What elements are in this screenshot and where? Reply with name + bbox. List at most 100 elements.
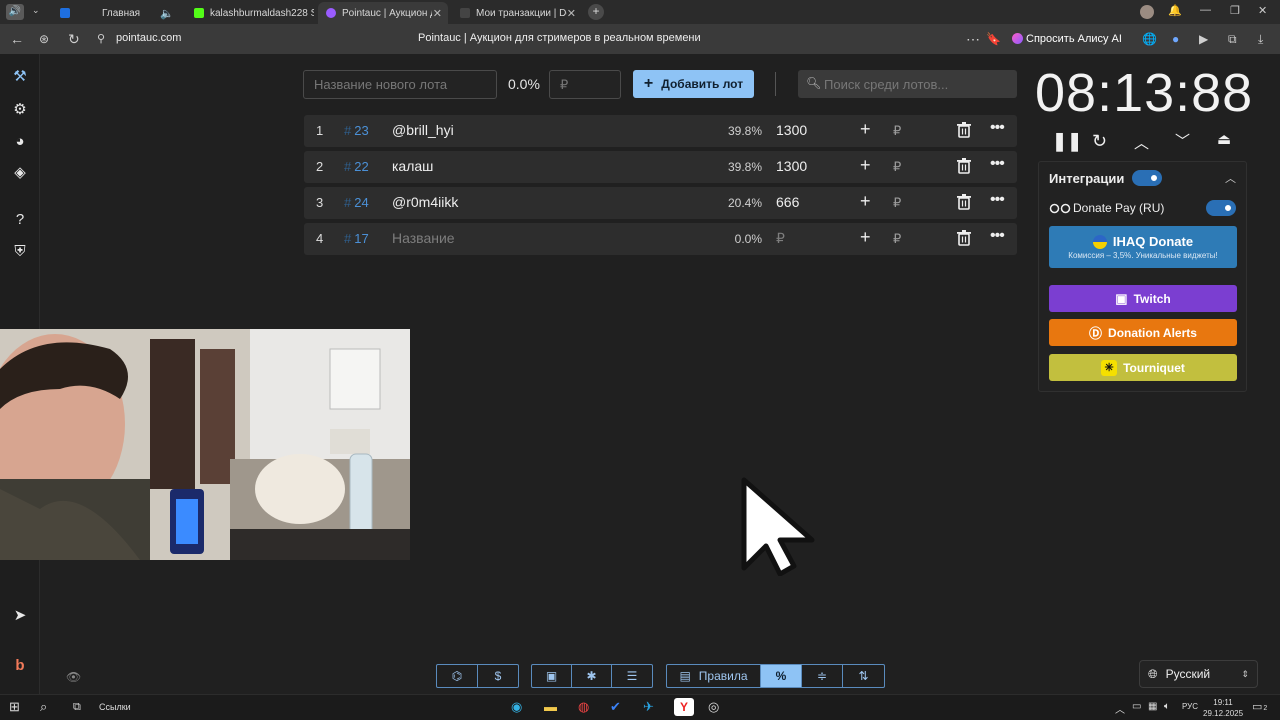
help-icon[interactable]: ? xyxy=(10,209,30,229)
close-tab-icon[interactable]: ✕ xyxy=(567,7,576,20)
globe-icon[interactable]: 🌐 xyxy=(1142,32,1157,46)
vpn-icon[interactable]: ● xyxy=(1172,32,1179,46)
sort-icon[interactable]: ⇅ xyxy=(843,665,884,687)
lot-amount[interactable]: 1300 xyxy=(776,122,807,138)
task-view-icon[interactable]: ⧉ xyxy=(73,701,81,714)
add-amount-plus-icon[interactable]: + xyxy=(860,227,871,248)
percent-toggle-icon[interactable]: % xyxy=(761,665,802,687)
dollar-icon[interactable]: $ xyxy=(478,665,518,687)
edge-icon[interactable]: ◉ xyxy=(511,699,522,715)
lot-extra-amount-input[interactable]: ₽ xyxy=(893,231,901,247)
ihaq-donate-button[interactable]: IHAQ Donate Комиссия – 3,5%. Уникальные … xyxy=(1049,226,1237,268)
downloads-icon[interactable]: ⤓ xyxy=(1258,32,1263,47)
more-options-icon[interactable]: ••• xyxy=(990,155,1005,173)
add-lot-button[interactable]: + Добавить лот xyxy=(633,70,754,98)
notifications-icon[interactable]: ▭2 xyxy=(1252,700,1267,713)
tab-kick-stream[interactable]: kalashburmaldash228 Stre xyxy=(186,2,314,24)
keyboard-layout[interactable]: РУС xyxy=(1182,702,1198,711)
donate-pay-toggle[interactable] xyxy=(1206,200,1236,216)
play-icon[interactable]: ▶ xyxy=(1199,32,1208,46)
bookmark-icon[interactable]: 🔖 xyxy=(986,32,1001,46)
lot-id[interactable]: #22 xyxy=(344,159,369,174)
close-tab-icon[interactable]: ✕ xyxy=(433,7,442,20)
shield-icon[interactable]: ⛨ xyxy=(10,241,30,261)
tray-app-icon[interactable]: ▭ xyxy=(1132,701,1141,712)
chevron-up-icon[interactable]: ︿ xyxy=(1134,132,1149,153)
settings-gear-icon[interactable]: ⚙ xyxy=(10,99,30,119)
add-amount-plus-icon[interactable]: + xyxy=(860,119,871,140)
lot-extra-amount-input[interactable]: ₽ xyxy=(893,195,901,211)
lot-name-input[interactable]: Название xyxy=(392,230,455,246)
integrations-toggle[interactable] xyxy=(1132,170,1162,186)
lot-extra-amount-input[interactable]: ₽ xyxy=(893,159,901,175)
more-options-icon[interactable]: ••• xyxy=(990,119,1005,137)
network-icon[interactable]: ▦ xyxy=(1148,701,1157,712)
ask-alice-button[interactable]: Спросить Алису AI xyxy=(1008,30,1128,48)
lot-id[interactable]: #24 xyxy=(344,195,369,210)
tourniquet-button[interactable]: ✳ Tourniquet xyxy=(1049,354,1237,381)
pause-icon[interactable]: ❚❚ xyxy=(1052,131,1082,152)
donation-alerts-button[interactable]: Ⓓ Donation Alerts xyxy=(1049,319,1237,346)
more-options-icon[interactable]: ⋯ xyxy=(966,31,980,48)
trash-icon[interactable] xyxy=(957,194,971,210)
file-explorer-icon[interactable]: ▬ xyxy=(544,699,557,714)
lot-extra-amount-input[interactable]: ₽ xyxy=(893,123,901,139)
obs-icon[interactable]: ◎ xyxy=(708,699,719,715)
collections-icon[interactable]: ⧉ xyxy=(1228,32,1237,47)
tray-chevron-icon[interactable]: ︿ xyxy=(1115,701,1125,716)
lot-name[interactable]: @brill_hyi xyxy=(392,122,454,138)
minimize-button[interactable]: — xyxy=(1200,4,1211,16)
clear-list-icon[interactable]: ☰ xyxy=(612,665,652,687)
site-info-icon[interactable]: ⚲ xyxy=(97,32,105,45)
yandex-browser-icon[interactable]: Y xyxy=(674,698,694,716)
checkmark-app-icon[interactable]: ✔ xyxy=(610,699,621,715)
more-options-icon[interactable]: ••• xyxy=(990,191,1005,209)
trash-icon[interactable] xyxy=(957,230,971,246)
wheel-icon[interactable]: ◕ xyxy=(10,131,30,151)
trash-icon[interactable] xyxy=(957,158,971,174)
lot-id[interactable]: #17 xyxy=(344,231,369,246)
auction-hammer-icon[interactable]: ⚒ xyxy=(10,66,30,86)
restart-icon[interactable]: ↻ xyxy=(1092,131,1107,152)
search-icon[interactable]: ⌕ xyxy=(40,699,47,715)
new-lot-amount-input[interactable] xyxy=(549,70,621,99)
collapse-up-icon[interactable]: ⏏ xyxy=(1217,130,1231,148)
new-lot-name-input[interactable] xyxy=(303,70,497,99)
chevron-up-icon[interactable]: ︿ xyxy=(1225,170,1236,186)
chevron-down-icon[interactable]: ﹀ xyxy=(1175,130,1190,151)
yandex-home-icon[interactable]: ⊛ xyxy=(39,32,49,46)
save-icon[interactable]: ▣ xyxy=(532,665,572,687)
tab-home[interactable]: Главная 🔈 xyxy=(52,2,180,24)
lot-name[interactable]: @r0m4iikk xyxy=(392,194,458,210)
lot-name[interactable]: калаш xyxy=(392,158,433,174)
links-toolbar-label[interactable]: Ссылки xyxy=(99,702,131,712)
volume-icon[interactable]: 🔈︎ xyxy=(1164,701,1170,712)
add-amount-plus-icon[interactable]: + xyxy=(860,191,871,212)
tab-pointauc[interactable]: Pointauc | Аукцион для ✕ xyxy=(318,2,448,24)
compress-icon[interactable]: ≑ xyxy=(802,665,843,687)
search-lots-input[interactable] xyxy=(824,70,1014,98)
lot-amount[interactable]: 1300 xyxy=(776,158,807,174)
search-box[interactable]: 🔍︎ xyxy=(798,70,1017,98)
more-options-icon[interactable]: ••• xyxy=(990,227,1005,245)
trash-icon[interactable] xyxy=(957,122,971,138)
back-arrow-icon[interactable]: ← xyxy=(10,31,24,47)
close-window-button[interactable]: ✕ xyxy=(1258,4,1267,17)
boosty-icon[interactable]: b xyxy=(10,655,30,675)
lot-amount[interactable]: 666 xyxy=(776,194,799,210)
twitch-button[interactable]: ▣ Twitch xyxy=(1049,285,1237,312)
profile-avatar[interactable] xyxy=(1140,5,1154,19)
reload-icon[interactable]: ↻ xyxy=(68,31,80,48)
github-icon[interactable]: ⌬ xyxy=(437,665,478,687)
url-text[interactable]: pointauc.com xyxy=(116,32,181,44)
telegram-icon[interactable]: ➤ xyxy=(10,605,30,625)
eye-icon[interactable]: 👁︎ xyxy=(66,670,81,684)
restore-button[interactable]: ❐ xyxy=(1230,4,1240,17)
add-amount-plus-icon[interactable]: + xyxy=(860,155,871,176)
telegram-icon[interactable]: ✈ xyxy=(643,699,654,715)
bug-icon[interactable]: ✱ xyxy=(572,665,612,687)
language-select[interactable]: 🌐︎ Русский ⇕ xyxy=(1139,660,1258,688)
tabs-menu-chevron-icon[interactable]: ⌄ xyxy=(32,5,40,16)
chrome-icon[interactable]: ◍ xyxy=(578,699,589,715)
rules-button[interactable]: ▤ Правила xyxy=(667,665,761,687)
